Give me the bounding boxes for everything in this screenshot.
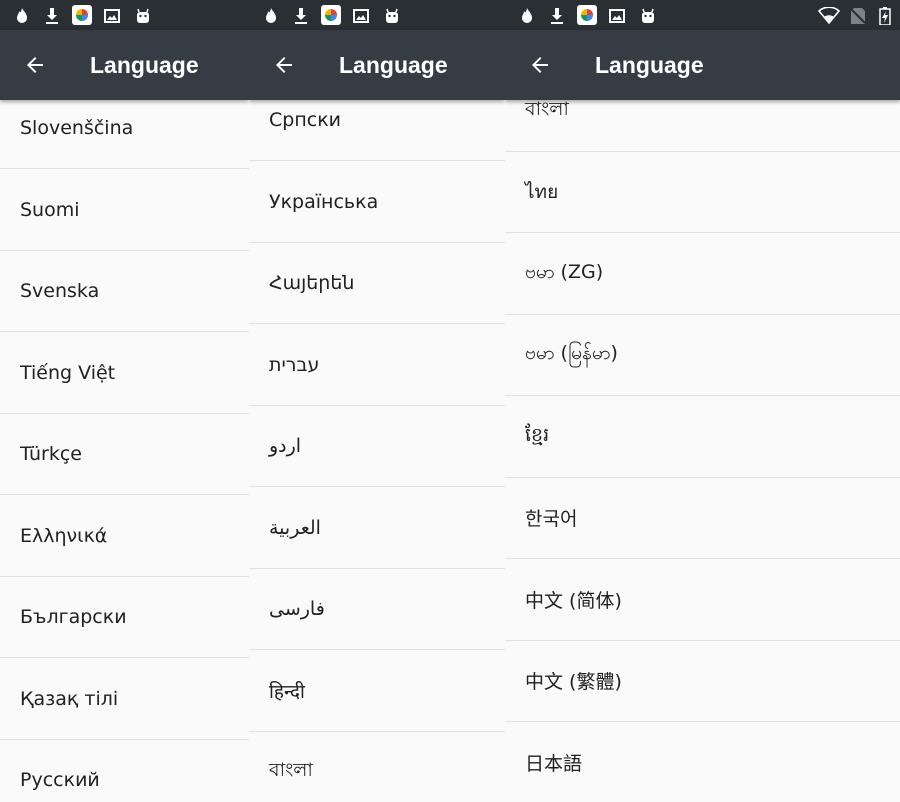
language-label: Русский [20, 768, 100, 791]
language-item[interactable]: Қазақ тілі [0, 658, 249, 740]
language-item[interactable]: 中文 (简体) [505, 559, 900, 641]
language-label: ဗမာ (ZG) [525, 260, 604, 283]
back-button[interactable] [269, 50, 299, 80]
android-icon [383, 7, 401, 25]
language-item[interactable]: ဗမာ (မြန်မာ) [505, 314, 900, 396]
language-label: हिन्दी [269, 680, 305, 703]
language-label: Қазақ тілі [20, 687, 119, 710]
language-label: Svenska [20, 279, 100, 302]
language-label: اردو [269, 434, 302, 457]
language-item[interactable]: Српски [249, 100, 505, 161]
language-item[interactable]: ဗမာ (ZG) [505, 233, 900, 315]
language-label: Türkçe [20, 442, 82, 465]
language-item[interactable]: Svenska [0, 250, 249, 332]
flame-icon [519, 7, 535, 25]
page-title: Language [339, 52, 448, 78]
arrow-left-icon [532, 57, 548, 73]
app-grid-icon [321, 5, 341, 25]
language-panel-3: Language বাংলা ไทย ဗမာ (ZG) ဗမာ (မြန်မာ)… [505, 0, 900, 802]
language-label: 日本語 [525, 753, 583, 775]
language-label: العربية [269, 516, 321, 539]
language-label: Ελληνικά [20, 524, 108, 547]
language-item[interactable]: বাংলা [505, 100, 900, 152]
language-item[interactable]: ខ្មែរ [505, 396, 900, 478]
language-label: ไทย [525, 180, 559, 203]
language-item[interactable]: हिन्दी [249, 650, 505, 732]
back-button[interactable] [525, 50, 555, 80]
image-icon [104, 7, 120, 25]
app-grid-icon [72, 5, 92, 25]
android-icon [639, 7, 657, 25]
download-icon [549, 7, 565, 25]
language-label: Tiếng Việt [20, 361, 116, 384]
language-item[interactable]: Tiếng Việt [0, 332, 249, 414]
language-item[interactable]: فارسی [249, 568, 505, 650]
language-item[interactable]: ไทย [505, 151, 900, 233]
language-label: فارسی [269, 597, 325, 620]
image-icon [609, 7, 625, 25]
language-label: বাংলা [525, 100, 569, 120]
android-icon [134, 7, 152, 25]
download-icon [293, 7, 309, 25]
language-item[interactable]: Հայերեն [249, 242, 505, 324]
back-button[interactable] [20, 50, 50, 80]
language-label: Српски [269, 108, 342, 131]
language-item[interactable]: Suomi [0, 169, 249, 251]
app-bar: Language [0, 30, 249, 100]
app-grid-icon [577, 5, 597, 25]
language-item[interactable]: Ελληνικά [0, 495, 249, 577]
language-list: Српски Українська Հայերեն עברית اردو الع… [249, 100, 505, 802]
language-panel-2: Language Српски Українська Հայերեն עברית… [249, 0, 505, 802]
language-item[interactable]: עברית [249, 324, 505, 406]
language-label: עברית [269, 353, 320, 376]
language-list: Slovenščina Suomi Svenska Tiếng Việt Tür… [0, 100, 249, 802]
language-item[interactable]: Български [0, 576, 249, 658]
arrow-left-icon [276, 57, 292, 73]
language-item[interactable]: 日本語 [505, 722, 900, 802]
app-bar: Language [249, 30, 505, 100]
language-list: বাংলা ไทย ဗမာ (ZG) ဗမာ (မြန်မာ) ខ្មែរ 한국… [505, 100, 900, 802]
language-item[interactable]: বাংলা [249, 731, 505, 802]
language-label: Български [20, 605, 127, 628]
language-item[interactable]: 한국어 [505, 477, 900, 559]
flame-icon [263, 7, 279, 25]
language-label: 한국어 [525, 508, 578, 530]
status-bar [0, 0, 249, 30]
flame-icon [14, 7, 30, 25]
language-item[interactable]: 中文 (繁體) [505, 640, 900, 722]
status-bar [249, 0, 505, 30]
image-icon [353, 7, 369, 25]
language-item[interactable]: اردو [249, 405, 505, 487]
language-label: 中文 (繁體) [525, 671, 622, 693]
language-item[interactable]: Русский [0, 739, 249, 802]
language-item[interactable]: Українська [249, 161, 505, 243]
battery-icon [879, 7, 891, 25]
status-bar [505, 0, 900, 30]
page-title: Language [90, 52, 199, 78]
language-label: Հայերեն [269, 271, 355, 294]
page-title: Language [595, 52, 704, 78]
no-sim-icon [850, 7, 866, 25]
language-panel-1: Language Slovenščina Suomi Svenska Tiếng… [0, 0, 249, 802]
language-label: ဗမာ (မြန်မာ) [525, 341, 618, 364]
language-label: Suomi [20, 198, 80, 221]
language-item[interactable]: Türkçe [0, 413, 249, 495]
app-bar: Language [505, 30, 900, 100]
language-label: বাংলা [269, 758, 313, 781]
download-icon [44, 7, 60, 25]
language-label: 中文 (简体) [525, 590, 622, 612]
language-item[interactable]: Slovenščina [0, 100, 249, 169]
language-label: Slovenščina [20, 116, 134, 139]
wifi-icon [818, 7, 840, 25]
language-item[interactable]: العربية [249, 487, 505, 569]
arrow-left-icon [27, 57, 43, 73]
language-label: ខ្មែរ [525, 423, 550, 446]
language-label: Українська [269, 190, 379, 213]
